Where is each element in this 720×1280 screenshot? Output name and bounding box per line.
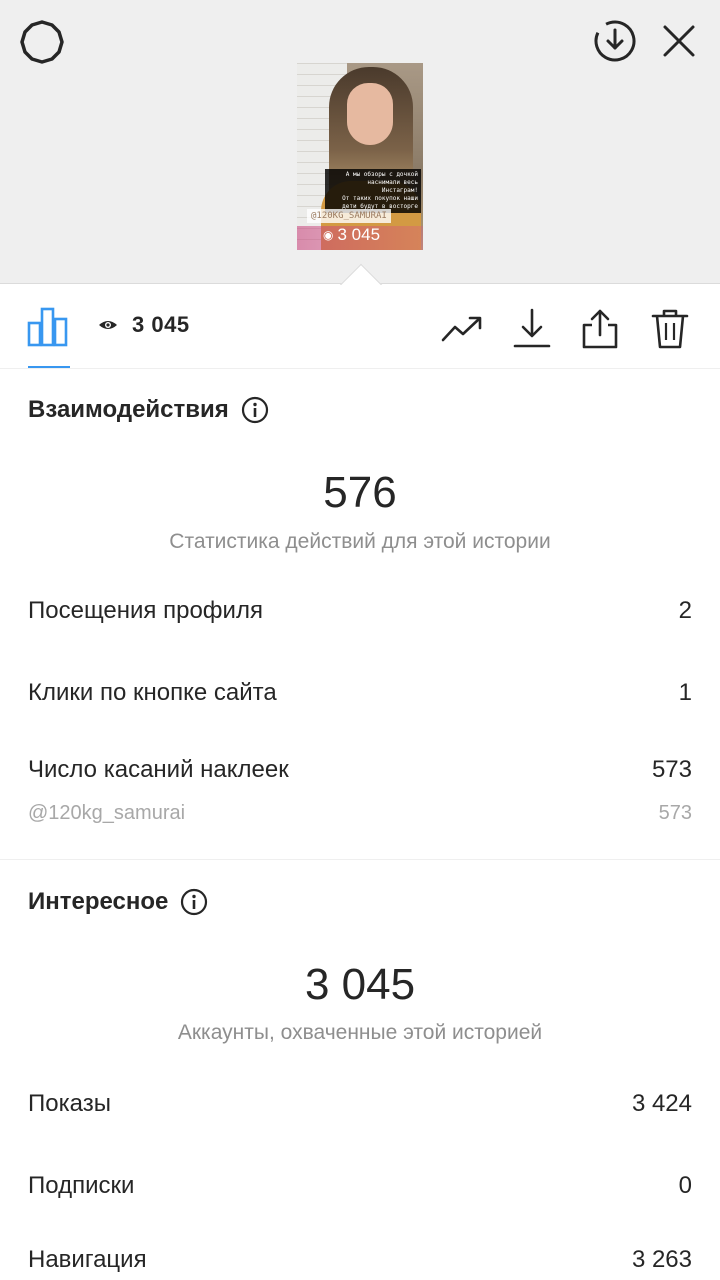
promote-button[interactable] — [441, 307, 485, 351]
stat-subrow-sticker-mention: @120kg_samurai 573 — [28, 802, 692, 825]
settings-icon — [20, 20, 64, 64]
stat-label: Навигация — [28, 1246, 147, 1273]
stat-row-navigation: Навигация 3 263 — [28, 1246, 692, 1274]
story-views-count: 3 045 — [337, 225, 381, 244]
eye-icon: ◉ — [323, 228, 334, 242]
interactions-title: Взаимодействия — [28, 396, 229, 423]
share-button[interactable] — [578, 307, 622, 351]
eye-icon — [99, 321, 117, 329]
story-mention-sticker: @120KG_SAMURAI — [307, 209, 391, 223]
stat-row-follows: Подписки 0 — [28, 1172, 692, 1200]
delete-button[interactable] — [648, 307, 692, 351]
insights-tab-button[interactable] — [26, 303, 70, 349]
stat-label: Посещения профиля — [28, 597, 263, 624]
toolbar-view-count-value: 3 045 — [132, 312, 190, 337]
download-circle-icon — [594, 20, 636, 62]
interactions-heading: Взаимодействия — [28, 396, 269, 424]
trash-icon — [651, 309, 689, 349]
discovery-heading: Интересное — [28, 888, 208, 916]
insights-toolbar: 3 045 — [0, 285, 720, 369]
close-button[interactable] — [656, 18, 702, 64]
stat-row-impressions: Показы 3 424 — [28, 1090, 692, 1118]
stat-row-website-clicks: Клики по кнопке сайта 1 — [28, 679, 692, 707]
discovery-title: Интересное — [28, 888, 169, 915]
toolbar-view-count[interactable]: 3 045 — [98, 312, 190, 338]
save-story-button[interactable] — [590, 16, 640, 66]
stat-label: Подписки — [28, 1172, 135, 1199]
stat-value: 1 — [678, 679, 692, 706]
section-divider — [0, 859, 720, 860]
stat-sub-value: 573 — [658, 802, 692, 824]
active-tab-indicator — [28, 366, 70, 368]
interactions-total-label: Статистика действий для этой истории — [169, 530, 551, 553]
interactions-total: 576 — [323, 468, 397, 517]
discovery-total: 3 045 — [304, 960, 416, 1009]
story-thumbnail[interactable]: А мы обзоры с дочкой наснимали весь Инст… — [297, 63, 423, 250]
story-caption-line: наснимали весь Инстаграм! — [367, 179, 418, 194]
stat-value: 3 263 — [631, 1246, 692, 1273]
story-preview-area: А мы обзоры с дочкой наснимали весь Инст… — [0, 0, 720, 284]
download-icon — [513, 308, 551, 348]
stat-label: Клики по кнопке сайта — [28, 679, 277, 706]
thumbnail-person-face — [347, 83, 393, 145]
stat-row-profile-visits: Посещения профиля 2 — [28, 597, 692, 625]
stat-value: 573 — [651, 756, 692, 783]
stat-value: 0 — [678, 1172, 692, 1199]
stat-label: Число касаний наклеек — [28, 756, 289, 783]
trend-icon — [441, 316, 482, 342]
story-caption: А мы обзоры с дочкой наснимали весь Инст… — [325, 169, 421, 213]
discovery-total-label: Аккаунты, охваченные этой историей — [177, 1021, 543, 1044]
stat-value: 3 424 — [631, 1090, 692, 1117]
story-caption-line: От таких покупок наши — [342, 195, 418, 202]
stat-value: 2 — [678, 597, 692, 624]
story-views: ◉ 3 045 — [323, 225, 380, 245]
download-button[interactable] — [510, 307, 554, 351]
bar-chart-icon — [27, 307, 68, 347]
close-icon — [663, 25, 695, 57]
info-icon[interactable] — [180, 888, 208, 916]
stat-row-sticker-taps: Число касаний наклеек 573 — [28, 756, 692, 784]
stat-label: Показы — [28, 1090, 111, 1117]
stat-sub-label: @120kg_samurai — [28, 802, 186, 824]
settings-button[interactable] — [18, 18, 66, 66]
share-icon — [582, 309, 618, 349]
info-icon[interactable] — [241, 396, 269, 424]
story-caption-line: А мы обзоры с дочкой — [345, 171, 418, 178]
